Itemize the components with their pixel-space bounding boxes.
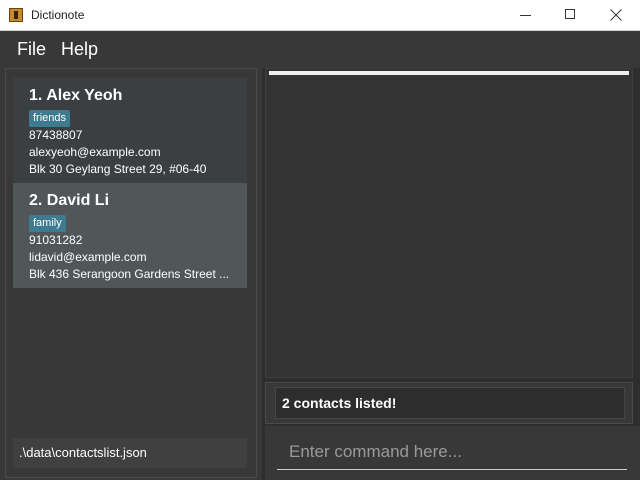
- contact-tag: friends: [29, 110, 71, 127]
- close-icon: [610, 9, 622, 21]
- contact-email: lidavid@example.com: [29, 250, 147, 264]
- command-input[interactable]: [277, 434, 627, 470]
- contact-name: 2. David Li: [29, 192, 110, 209]
- contact-card[interactable]: 2. David Li family 91031282 lidavid@exam…: [13, 183, 247, 288]
- close-button[interactable]: [594, 0, 640, 30]
- menu-file[interactable]: File: [17, 39, 46, 60]
- result-message: 2 contacts listed!: [282, 395, 397, 411]
- status-bar-file-path: .\data\contactslist.json: [13, 438, 247, 468]
- contact-card[interactable]: 1. Alex Yeoh friends 87438807 alexyeoh@e…: [13, 78, 247, 183]
- display-area: [265, 68, 633, 378]
- minimize-icon: [520, 15, 531, 16]
- contact-tag: family: [29, 215, 66, 232]
- title-bar[interactable]: Dictionote: [0, 0, 640, 31]
- dictionary-book-icon: [9, 8, 23, 22]
- maximize-icon: [565, 9, 575, 19]
- window-title: Dictionote: [31, 8, 85, 22]
- minimize-button[interactable]: [502, 0, 548, 30]
- contact-list[interactable]: 1. Alex Yeoh friends 87438807 alexyeoh@e…: [13, 78, 247, 290]
- command-box: [265, 426, 640, 480]
- contact-phone: 87438807: [29, 128, 83, 142]
- menu-bar: File Help: [0, 31, 640, 67]
- result-display: 2 contacts listed!: [275, 387, 625, 419]
- app-window: Dictionote File Help 1. Alex Yeoh friend…: [0, 0, 640, 480]
- contact-email: alexyeoh@example.com: [29, 145, 161, 159]
- right-panel: 2 contacts listed!: [262, 68, 640, 480]
- result-display-panel: 2 contacts listed!: [265, 382, 633, 424]
- contact-name: 1. Alex Yeoh: [29, 87, 123, 104]
- contact-address: Blk 30 Geylang Street 29, #06-40: [29, 162, 207, 176]
- maximize-button[interactable]: [548, 0, 594, 30]
- menu-help[interactable]: Help: [61, 39, 98, 60]
- contact-phone: 91031282: [29, 233, 83, 247]
- top-divider-bar: [269, 71, 629, 75]
- file-path-text: .\data\contactslist.json: [19, 445, 147, 460]
- contact-address: Blk 436 Serangoon Gardens Street ...: [29, 267, 230, 281]
- contact-list-panel: 1. Alex Yeoh friends 87438807 alexyeoh@e…: [5, 68, 257, 478]
